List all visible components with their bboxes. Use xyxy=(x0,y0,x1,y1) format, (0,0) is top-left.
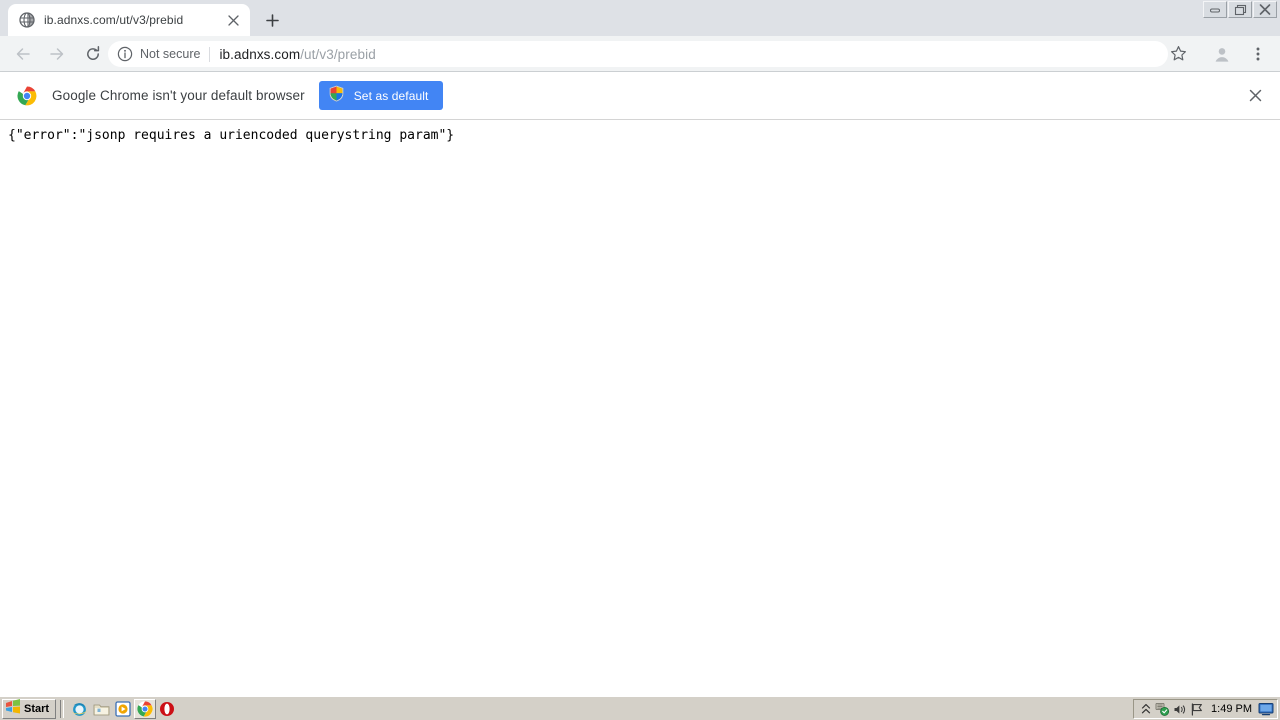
infobar-message: Google Chrome isn't your default browser xyxy=(52,88,305,103)
chevron-up-icon[interactable] xyxy=(1137,701,1154,717)
window-controls xyxy=(1202,1,1277,19)
browser-toolbar: Not secure ib.adnxs.com/ut/v3/prebid xyxy=(0,36,1280,72)
plus-icon xyxy=(265,13,279,27)
media-player-icon xyxy=(115,701,131,717)
forward-arrow-icon xyxy=(50,47,64,60)
reload-icon xyxy=(87,45,100,60)
taskbar-item-internet-explorer[interactable] xyxy=(68,699,90,719)
taskbar-item-file-explorer[interactable] xyxy=(90,699,112,719)
profile-button[interactable] xyxy=(1206,38,1238,70)
restore-icon xyxy=(1234,4,1246,15)
window-restore-button[interactable] xyxy=(1228,1,1252,18)
taskbar-clock[interactable]: 1:49 PM xyxy=(1211,703,1252,715)
info-circle-icon[interactable] xyxy=(117,46,133,62)
omnibox-divider xyxy=(209,46,211,62)
internet-explorer-icon xyxy=(71,702,87,716)
tab-title: ib.adnxs.com/ut/v3/prebid xyxy=(44,13,184,27)
windows-flag-icon xyxy=(5,699,21,719)
chrome-menu-button[interactable] xyxy=(1242,38,1274,70)
speaker-icon[interactable] xyxy=(1171,701,1188,717)
page-viewport: {"error":"jsonp requires a uriencoded qu… xyxy=(0,120,1280,695)
three-dot-menu-icon xyxy=(1256,47,1260,60)
page-body-text: {"error":"jsonp requires a uriencoded qu… xyxy=(8,128,455,143)
chrome-logo-icon xyxy=(17,86,37,106)
folder-icon xyxy=(93,704,109,715)
monitor-icon[interactable] xyxy=(1257,701,1274,717)
back-button[interactable] xyxy=(7,38,39,70)
tab-close-icon[interactable] xyxy=(222,9,244,31)
shield-icon xyxy=(328,85,345,107)
opera-icon xyxy=(160,702,175,716)
close-icon xyxy=(1249,89,1261,101)
network-icon[interactable] xyxy=(1154,701,1171,717)
default-browser-infobar: Google Chrome isn't your default browser… xyxy=(0,72,1280,120)
tab-strip: ib.adnxs.com/ut/v3/prebid xyxy=(0,0,1280,36)
browser-window: ib.adnxs.com/ut/v3/prebid Not secure ib.… xyxy=(0,0,1280,720)
browser-tab[interactable]: ib.adnxs.com/ut/v3/prebid xyxy=(8,4,250,36)
url-host: ib.adnxs.com xyxy=(219,46,301,62)
star-icon xyxy=(1170,46,1186,61)
back-arrow-icon xyxy=(16,47,30,60)
forward-button[interactable] xyxy=(41,38,73,70)
windows-taskbar: Start 1:49 PM xyxy=(0,696,1280,720)
set-as-default-label: Set as default xyxy=(353,88,429,103)
start-button[interactable]: Start xyxy=(2,699,57,719)
set-as-default-button[interactable]: Set as default xyxy=(318,81,443,110)
start-label: Start xyxy=(24,703,50,715)
url-text: ib.adnxs.com/ut/v3/prebid xyxy=(219,47,375,62)
new-tab-button[interactable] xyxy=(258,6,286,34)
address-bar[interactable]: Not secure ib.adnxs.com/ut/v3/prebid xyxy=(108,41,1168,67)
window-close-button[interactable] xyxy=(1253,1,1277,18)
minimize-icon xyxy=(1210,8,1220,12)
url-path: /ut/v3/prebid xyxy=(300,46,376,62)
window-minimize-button[interactable] xyxy=(1203,1,1227,18)
security-label: Not secure xyxy=(140,47,201,61)
taskbar-item-media-player[interactable] xyxy=(112,699,134,719)
taskbar-item-opera[interactable] xyxy=(156,699,178,719)
reload-button[interactable] xyxy=(77,38,109,70)
chrome-logo-icon xyxy=(137,701,153,717)
taskbar-item-google-chrome[interactable] xyxy=(134,699,157,719)
flag-icon[interactable] xyxy=(1188,701,1205,717)
toolbar-right-actions xyxy=(1162,37,1274,70)
avatar-icon xyxy=(1211,43,1233,64)
globe-icon xyxy=(19,12,35,28)
close-icon xyxy=(1259,4,1271,15)
infobar-close-button[interactable] xyxy=(1244,84,1266,106)
quick-launch-separator xyxy=(60,700,65,718)
bookmark-button[interactable] xyxy=(1162,38,1194,70)
system-tray: 1:49 PM xyxy=(1133,699,1278,719)
